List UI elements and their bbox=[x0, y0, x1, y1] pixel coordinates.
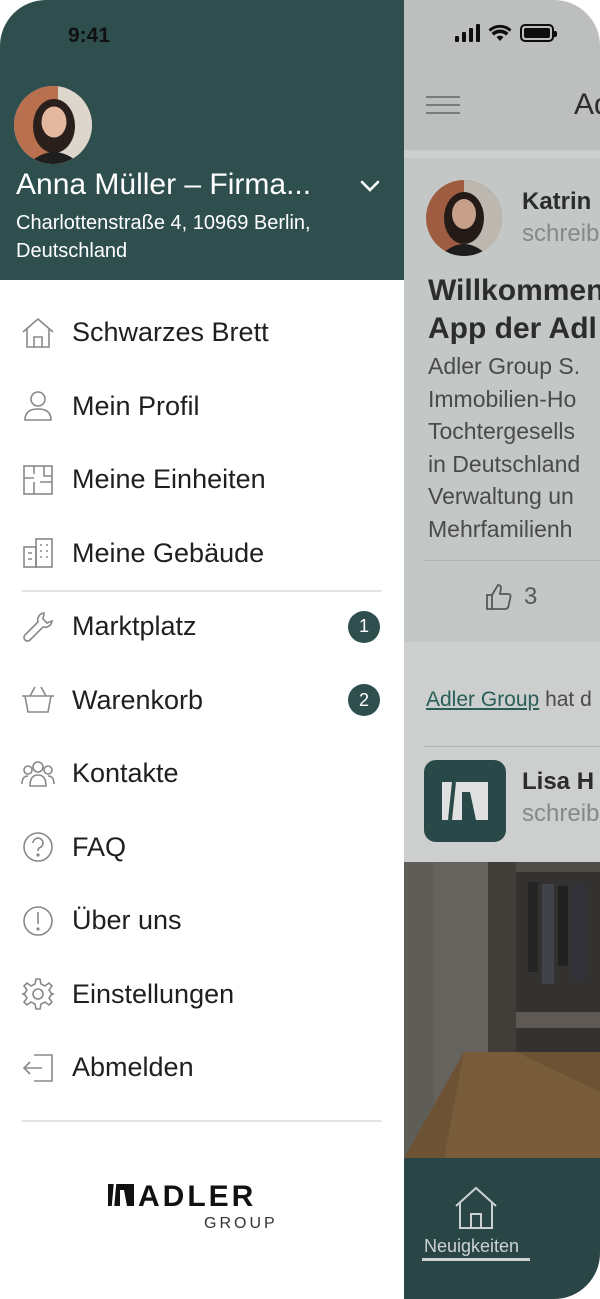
post-body: Adler Group S. Immobilien-Ho Tochtergese… bbox=[428, 353, 581, 542]
menu-item-marktplatz[interactable]: Marktplatz 1 bbox=[0, 590, 404, 664]
status-icons bbox=[455, 24, 557, 42]
menu-item-label: Mein Profil bbox=[72, 390, 200, 421]
menu-item-warenkorb[interactable]: Warenkorb 2 bbox=[0, 664, 404, 738]
menu-item-label: Einstellungen bbox=[72, 978, 235, 1009]
logo-text: ADLER bbox=[138, 1180, 256, 1213]
contacts-icon bbox=[21, 760, 55, 787]
menu-item-label: Marktplatz bbox=[72, 611, 197, 642]
divider bbox=[424, 746, 600, 747]
user-address: Charlottenstraße 4, 10969 Berlin, Deutsc… bbox=[16, 212, 311, 262]
notification-badge: 2 bbox=[348, 684, 380, 717]
menu-item-label: Schwarzes Brett bbox=[72, 317, 269, 348]
menu-item-kontakte[interactable]: Kontakte bbox=[0, 737, 404, 811]
shared-link[interactable]: Adler Group bbox=[426, 688, 539, 711]
menu-item-label: Warenkorb bbox=[72, 684, 204, 715]
post-card[interactable]: Katrin schreib Willkommen App der Adl Ad… bbox=[404, 158, 600, 642]
feed-top-bar: Ad bbox=[404, 0, 600, 150]
wifi-icon bbox=[488, 24, 512, 41]
hamburger-menu-icon[interactable] bbox=[426, 96, 460, 114]
home-icon[interactable] bbox=[446, 1184, 506, 1232]
shared-text: hat d bbox=[539, 688, 592, 711]
like-count: 3 bbox=[524, 583, 538, 610]
adler-logo-icon bbox=[424, 760, 506, 842]
notification-badge: 1 bbox=[348, 610, 380, 643]
menu-item-schwarzes-brett[interactable]: Schwarzes Brett bbox=[0, 296, 404, 370]
post-image bbox=[404, 862, 600, 1158]
background-feed: Ad Katrin schreib Willkommen App der Adl… bbox=[404, 0, 600, 1299]
feed-title: Ad bbox=[574, 88, 600, 121]
info-icon bbox=[23, 905, 53, 936]
thumbs-up-icon bbox=[486, 584, 512, 610]
basket-icon bbox=[22, 686, 54, 714]
phone-screen: Ad Katrin schreib Willkommen App der Adl… bbox=[0, 0, 600, 1299]
post-subtitle: schreib bbox=[522, 220, 600, 247]
post2-author: Lisa H bbox=[522, 768, 595, 795]
user-avatar[interactable] bbox=[14, 86, 92, 164]
post2-subtitle: schreib bbox=[522, 800, 600, 827]
user-name[interactable]: Anna Müller – Firma... bbox=[16, 168, 311, 202]
cellular-signal-icon bbox=[455, 24, 480, 42]
menu-item-meine-einheiten[interactable]: Meine Einheiten bbox=[0, 443, 404, 517]
adler-group-logo: ADLER GROUP bbox=[108, 1180, 278, 1232]
drawer-header: 9:41 Anna Müller – Firma... Charlottenst… bbox=[0, 0, 404, 280]
tools-icon bbox=[23, 611, 53, 642]
menu-divider bbox=[22, 1120, 382, 1122]
menu-item-mein-profil[interactable]: Mein Profil bbox=[0, 370, 404, 444]
home-icon bbox=[22, 317, 54, 348]
person-icon bbox=[24, 391, 52, 422]
navigation-drawer: 9:41 Anna Müller – Firma... Charlottenst… bbox=[0, 0, 404, 1299]
active-tab-indicator bbox=[422, 1258, 530, 1261]
chevron-down-icon[interactable] bbox=[358, 178, 382, 194]
menu-item-label: Abmelden bbox=[72, 1052, 194, 1083]
floorplan-icon bbox=[23, 464, 53, 495]
nav-tab-news[interactable]: Neuigkeiten bbox=[424, 1236, 519, 1257]
status-time: 9:41 bbox=[68, 24, 111, 47]
menu-item-label: Kontakte bbox=[72, 758, 179, 789]
logo-subtext: GROUP bbox=[204, 1215, 278, 1232]
post-author: Katrin bbox=[522, 188, 592, 215]
shared-notice: Adler Group hat d bbox=[426, 688, 592, 712]
divider bbox=[424, 560, 600, 561]
author-avatar bbox=[426, 180, 502, 256]
menu-item-einstellungen[interactable]: Einstellungen bbox=[0, 958, 404, 1032]
menu-item-ueber-uns[interactable]: Über uns bbox=[0, 884, 404, 958]
menu-divider bbox=[22, 590, 382, 592]
logout-icon bbox=[22, 1053, 53, 1082]
drawer-menu: Schwarzes Brett Mein Profil Meine Einhei… bbox=[0, 296, 404, 1122]
menu-item-abmelden[interactable]: Abmelden bbox=[0, 1031, 404, 1105]
menu-item-faq[interactable]: FAQ bbox=[0, 811, 404, 885]
building-icon bbox=[23, 538, 53, 569]
gear-icon bbox=[21, 978, 55, 1011]
menu-item-meine-gebaeude[interactable]: Meine Gebäude bbox=[0, 517, 404, 591]
like-button[interactable]: 3 bbox=[484, 582, 537, 612]
bottom-navigation: Neuigkeiten bbox=[404, 1158, 600, 1299]
menu-item-label: FAQ bbox=[72, 831, 127, 862]
battery-icon bbox=[520, 24, 557, 42]
post-headline: Willkommen App der Adl bbox=[428, 274, 600, 345]
menu-item-label: Meine Einheiten bbox=[72, 464, 266, 495]
question-icon bbox=[23, 832, 53, 863]
menu-item-label: Meine Gebäude bbox=[72, 537, 265, 568]
menu-item-label: Über uns bbox=[72, 905, 182, 936]
